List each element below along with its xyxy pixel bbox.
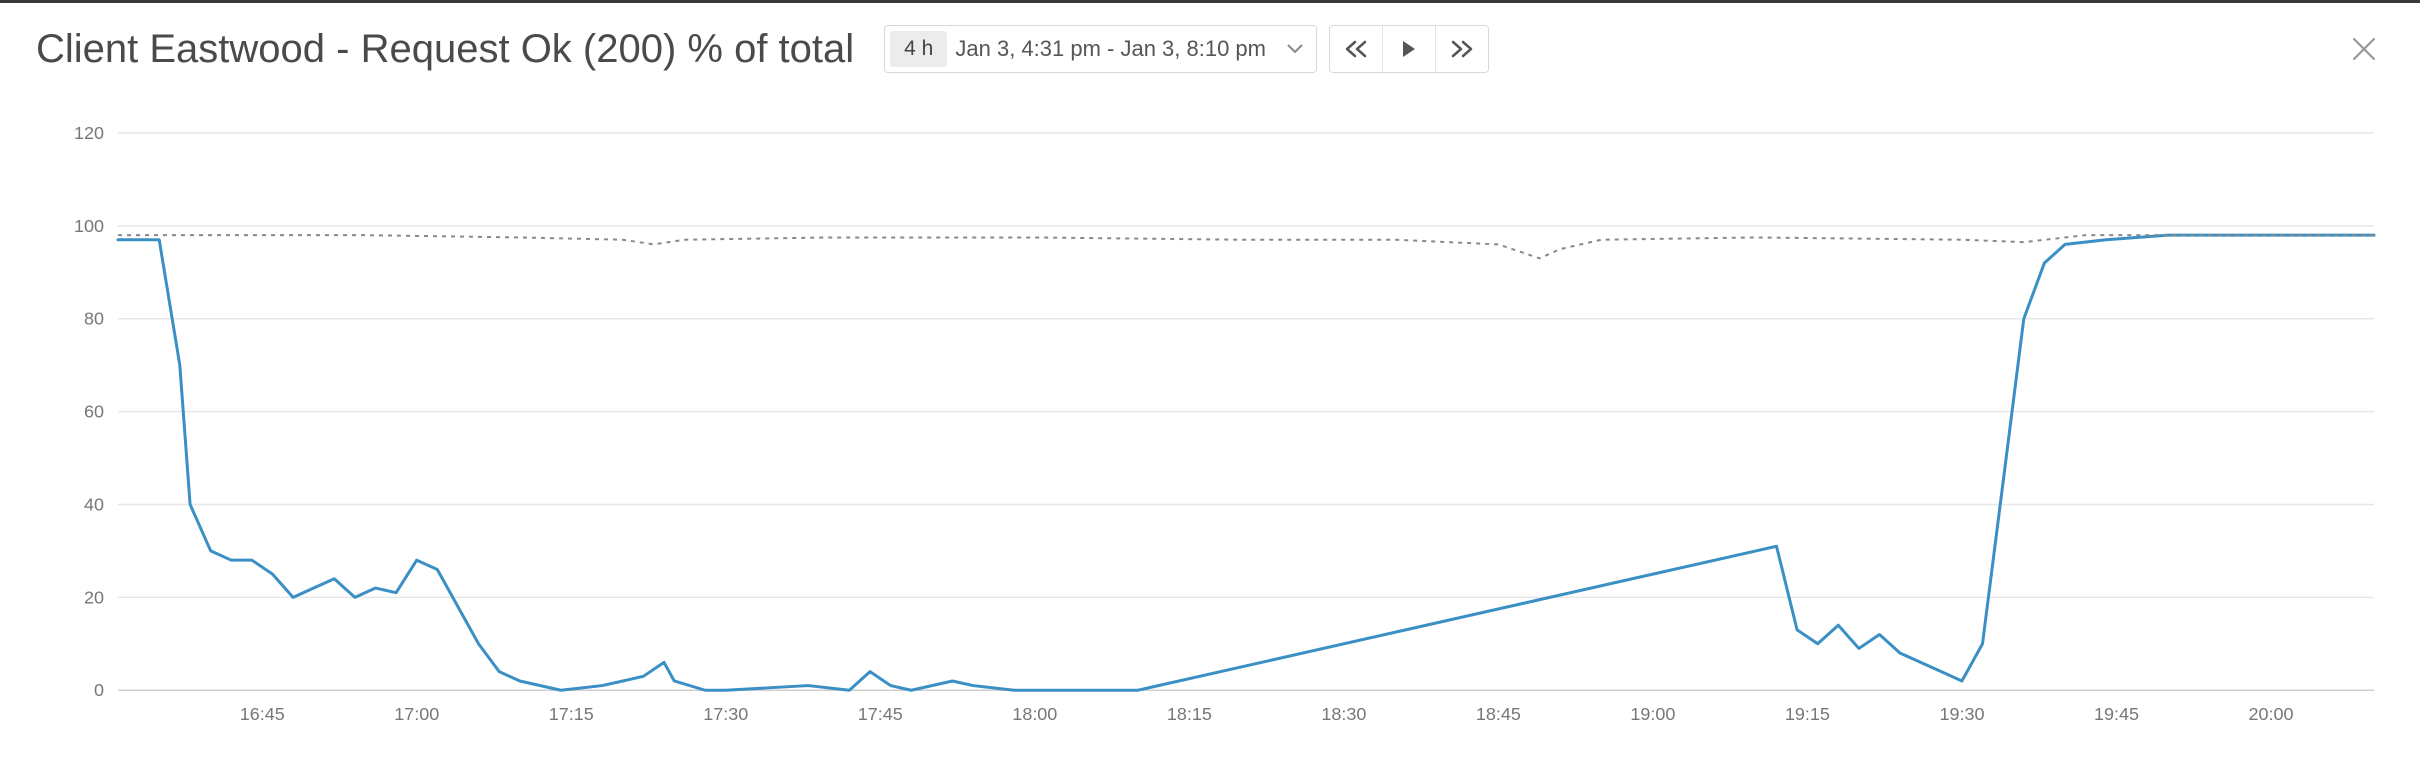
svg-text:16:45: 16:45 — [240, 704, 285, 724]
step-back-button[interactable] — [1330, 26, 1383, 72]
close-icon — [2350, 35, 2378, 63]
caret-down-icon — [1274, 44, 1316, 54]
svg-text:19:15: 19:15 — [1785, 704, 1830, 724]
svg-text:19:00: 19:00 — [1630, 704, 1675, 724]
step-forward-button[interactable] — [1436, 26, 1488, 72]
chart-area[interactable]: 0 20 40 60 80 100 120 16:45 17:00 17:15 17:30 17:4… — [36, 123, 2384, 740]
header-controls: 4 h Jan 3, 4:31 pm - Jan 3, 8:10 pm — [884, 25, 1489, 73]
series-baseline — [118, 235, 2374, 258]
svg-text:18:15: 18:15 — [1167, 704, 1212, 724]
line-chart: 0 20 40 60 80 100 120 16:45 17:00 17:15 17:30 17:4… — [36, 123, 2384, 740]
svg-text:20: 20 — [84, 587, 104, 607]
svg-text:80: 80 — [84, 309, 104, 329]
svg-text:19:45: 19:45 — [2094, 704, 2139, 724]
svg-text:19:30: 19:30 — [1939, 704, 1984, 724]
svg-text:100: 100 — [74, 216, 104, 236]
svg-text:0: 0 — [94, 680, 104, 700]
series-current — [118, 235, 2374, 690]
time-range-select[interactable]: 4 h Jan 3, 4:31 pm - Jan 3, 8:10 pm — [884, 25, 1317, 73]
panel-header: Client Eastwood - Request Ok (200) % of … — [0, 3, 2420, 83]
svg-text:18:00: 18:00 — [1012, 704, 1057, 724]
svg-text:60: 60 — [84, 402, 104, 422]
svg-text:18:45: 18:45 — [1476, 704, 1521, 724]
close-button[interactable] — [2344, 29, 2384, 69]
svg-text:17:45: 17:45 — [858, 704, 903, 724]
svg-text:17:30: 17:30 — [703, 704, 748, 724]
panel-title: Client Eastwood - Request Ok (200) % of … — [36, 27, 854, 72]
playback-nav — [1329, 25, 1489, 73]
svg-text:120: 120 — [74, 123, 104, 143]
time-range-label: Jan 3, 4:31 pm - Jan 3, 8:10 pm — [955, 36, 1274, 62]
svg-text:20:00: 20:00 — [2248, 704, 2293, 724]
duration-badge: 4 h — [890, 31, 947, 67]
svg-text:17:00: 17:00 — [394, 704, 439, 724]
svg-text:18:30: 18:30 — [1321, 704, 1366, 724]
play-button[interactable] — [1383, 26, 1436, 72]
svg-text:17:15: 17:15 — [549, 704, 594, 724]
chart-panel: Client Eastwood - Request Ok (200) % of … — [0, 0, 2420, 760]
svg-text:40: 40 — [84, 494, 104, 514]
